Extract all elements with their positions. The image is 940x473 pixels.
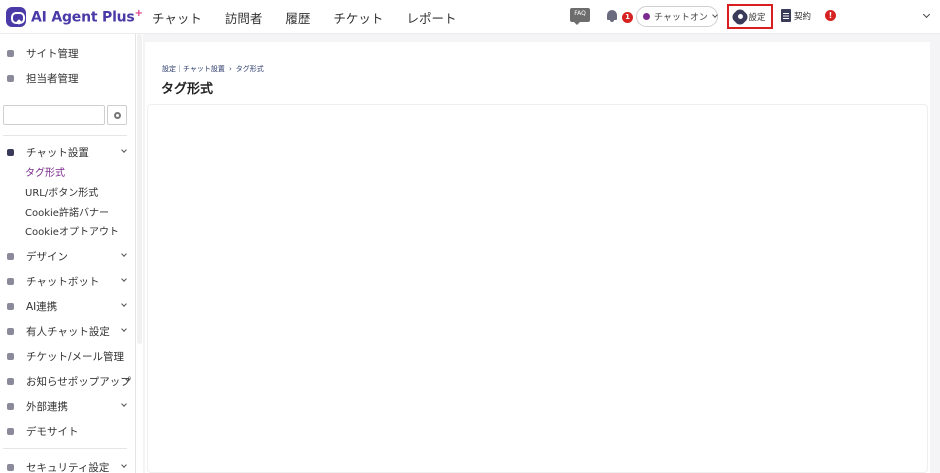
tools-icon <box>7 148 14 156</box>
settings-button[interactable]: 設定 <box>727 4 773 29</box>
chevron-down-icon <box>121 276 127 282</box>
share-icon <box>7 402 14 410</box>
sidebar-item-notice-popup[interactable]: お知らせポップアップ <box>0 370 135 392</box>
status-dot-icon <box>643 13 650 20</box>
chevron-down-icon <box>121 251 127 257</box>
breadcrumb-link-settings[interactable]: 設定｜チャット設置 <box>162 64 225 74</box>
sidebar-search-input[interactable] <box>3 105 105 125</box>
shield-icon <box>7 463 14 471</box>
content-card <box>147 104 928 473</box>
users-icon <box>7 74 14 82</box>
breadcrumb: 設定｜チャット設置 › タグ形式 <box>162 64 268 74</box>
chat-bubble-icon <box>7 277 14 285</box>
gear-icon <box>113 111 121 119</box>
settings-label: 設定 <box>748 12 766 23</box>
document-icon <box>781 9 791 22</box>
sidebar-item-staff-management[interactable]: 担当者管理 <box>0 67 135 89</box>
faq-icon[interactable]: FAQ <box>570 8 590 25</box>
chevron-down-icon <box>712 12 718 18</box>
palette-icon <box>7 252 14 260</box>
sidebar-subitem-cookie-optout[interactable]: Cookieオプトアウト <box>25 221 119 239</box>
chevron-down-icon <box>121 147 127 153</box>
sidebar-item-live-chat-settings[interactable]: 有人チャット設定 <box>0 320 135 342</box>
nav-tickets[interactable]: チケット <box>333 8 383 27</box>
sidebar-item-chatbot[interactable]: チャットボット <box>0 270 135 292</box>
grid-icon <box>7 427 14 435</box>
page-title: タグ形式 <box>161 82 214 97</box>
sidebar-scrollbar[interactable] <box>137 34 142 344</box>
main-nav: チャット 訪問者 履歴 チケット レポート <box>152 0 479 34</box>
sidebar-subitem-cookie-banner[interactable]: Cookie許諾バナー <box>25 202 109 220</box>
bell-icon[interactable] <box>606 10 618 22</box>
chevron-down-icon <box>121 401 127 407</box>
contract-label: 契約 <box>794 11 812 22</box>
sidebar-item-design[interactable]: デザイン <box>0 245 135 267</box>
sidebar-item-demo-site[interactable]: デモサイト <box>0 420 135 442</box>
alert-icon[interactable]: ! <box>825 10 836 21</box>
nav-reports[interactable]: レポート <box>406 8 456 27</box>
sidebar: サイト管理 担当者管理 チャット設置 タグ形式 URL/ボタン形式 Cookie… <box>0 34 136 473</box>
nav-history[interactable]: 履歴 <box>285 8 310 27</box>
sidebar-item-chat-settings[interactable]: チャット設置 <box>0 141 135 163</box>
nav-visitors[interactable]: 訪問者 <box>225 8 263 27</box>
chat-logo-icon <box>6 7 26 27</box>
chevron-down-icon <box>121 301 127 307</box>
sidebar-divider <box>3 135 127 136</box>
gear-icon <box>7 49 14 57</box>
sidebar-divider <box>3 448 127 449</box>
location-pin-icon <box>7 302 14 310</box>
sidebar-item-ai-integration[interactable]: AI連携 <box>0 295 135 317</box>
main-content: 設定｜チャット設置 › タグ形式 タグ形式 <box>143 34 940 473</box>
headset-icon <box>7 327 14 335</box>
notification-badge: 1 <box>622 12 633 23</box>
sidebar-item-ticket-mail[interactable]: チケット/メール管理 <box>0 345 135 367</box>
chat-status-select[interactable]: チャットオン <box>636 6 718 27</box>
sidebar-subitem-tag-format[interactable]: タグ形式 <box>25 162 65 180</box>
chat-status-label: チャットオン <box>654 13 708 23</box>
popup-icon <box>7 377 14 385</box>
app-logo[interactable]: AI Agent Plus+ <box>6 6 143 28</box>
chevron-down-icon <box>121 326 127 332</box>
breadcrumb-current: タグ形式 <box>235 65 264 73</box>
sidebar-item-external-integration[interactable]: 外部連携 <box>0 395 135 417</box>
sidebar-item-site-management[interactable]: サイト管理 <box>0 42 135 64</box>
sidebar-filter-button[interactable] <box>107 105 127 125</box>
ticket-icon <box>7 352 14 360</box>
breadcrumb-separator: › <box>228 65 232 73</box>
user-menu-chevron-icon[interactable] <box>922 10 931 19</box>
gear-icon <box>734 10 747 23</box>
content-panel: 設定｜チャット設置 › タグ形式 タグ形式 <box>145 42 930 473</box>
contract-button[interactable]: 契約 <box>781 9 811 22</box>
top-header: AI Agent Plus+ チャット 訪問者 履歴 チケット レポート FAQ… <box>0 0 940 34</box>
sidebar-subitem-url-button-format[interactable]: URL/ボタン形式 <box>25 182 98 200</box>
logo-text: AI Agent Plus+ <box>31 8 143 26</box>
sidebar-item-security-settings[interactable]: セキュリティ設定 <box>0 456 135 473</box>
chevron-down-icon <box>121 462 127 468</box>
nav-chat[interactable]: チャット <box>152 8 202 27</box>
